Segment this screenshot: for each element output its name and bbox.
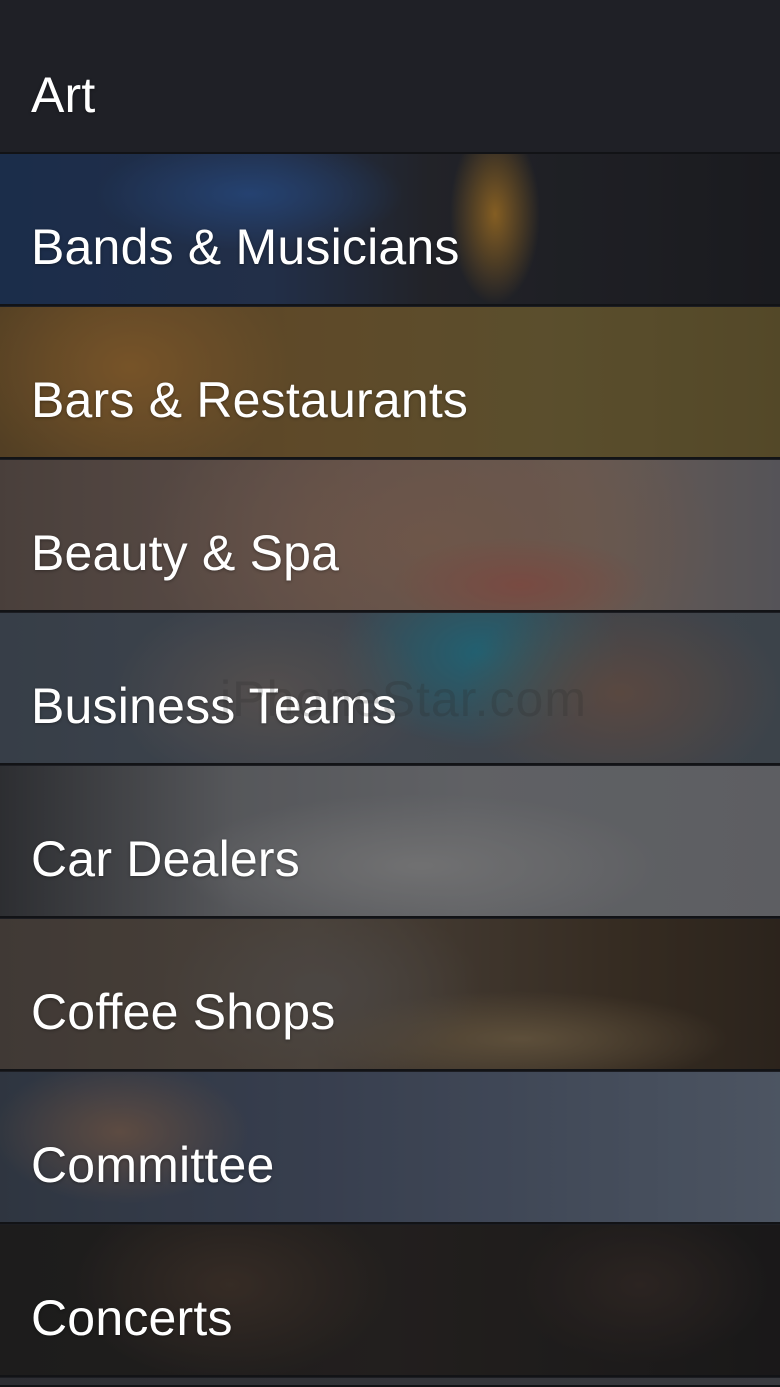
category-row-bars-restaurants[interactable]: Bars & Restaurants: [0, 307, 780, 459]
category-row-bands-musicians[interactable]: Bands & Musicians: [0, 154, 780, 306]
category-label: Concerts: [31, 1290, 233, 1346]
category-label: Business Teams: [31, 678, 397, 734]
category-label: Coffee Shops: [31, 984, 336, 1040]
category-label: Beauty & Spa: [31, 525, 340, 581]
category-row-partial[interactable]: [0, 1378, 780, 1387]
category-list: Art Bands & Musicians Bars & Restaurants…: [0, 0, 780, 1387]
category-label: Bands & Musicians: [31, 219, 460, 275]
category-background-image: [0, 1378, 780, 1385]
category-row-beauty-spa[interactable]: Beauty & Spa: [0, 460, 780, 612]
category-row-committee[interactable]: Committee: [0, 1072, 780, 1224]
category-label: Car Dealers: [31, 831, 300, 887]
category-background-image: [0, 0, 780, 152]
category-row-art[interactable]: Art: [0, 0, 780, 154]
category-row-coffee-shops[interactable]: Coffee Shops: [0, 919, 780, 1071]
category-row-business-teams[interactable]: Business Teams: [0, 613, 780, 765]
category-label: Bars & Restaurants: [31, 372, 469, 428]
category-row-concerts[interactable]: Concerts: [0, 1225, 780, 1377]
category-row-car-dealers[interactable]: Car Dealers: [0, 766, 780, 918]
category-label: Art: [31, 67, 96, 123]
category-label: Committee: [31, 1137, 275, 1193]
